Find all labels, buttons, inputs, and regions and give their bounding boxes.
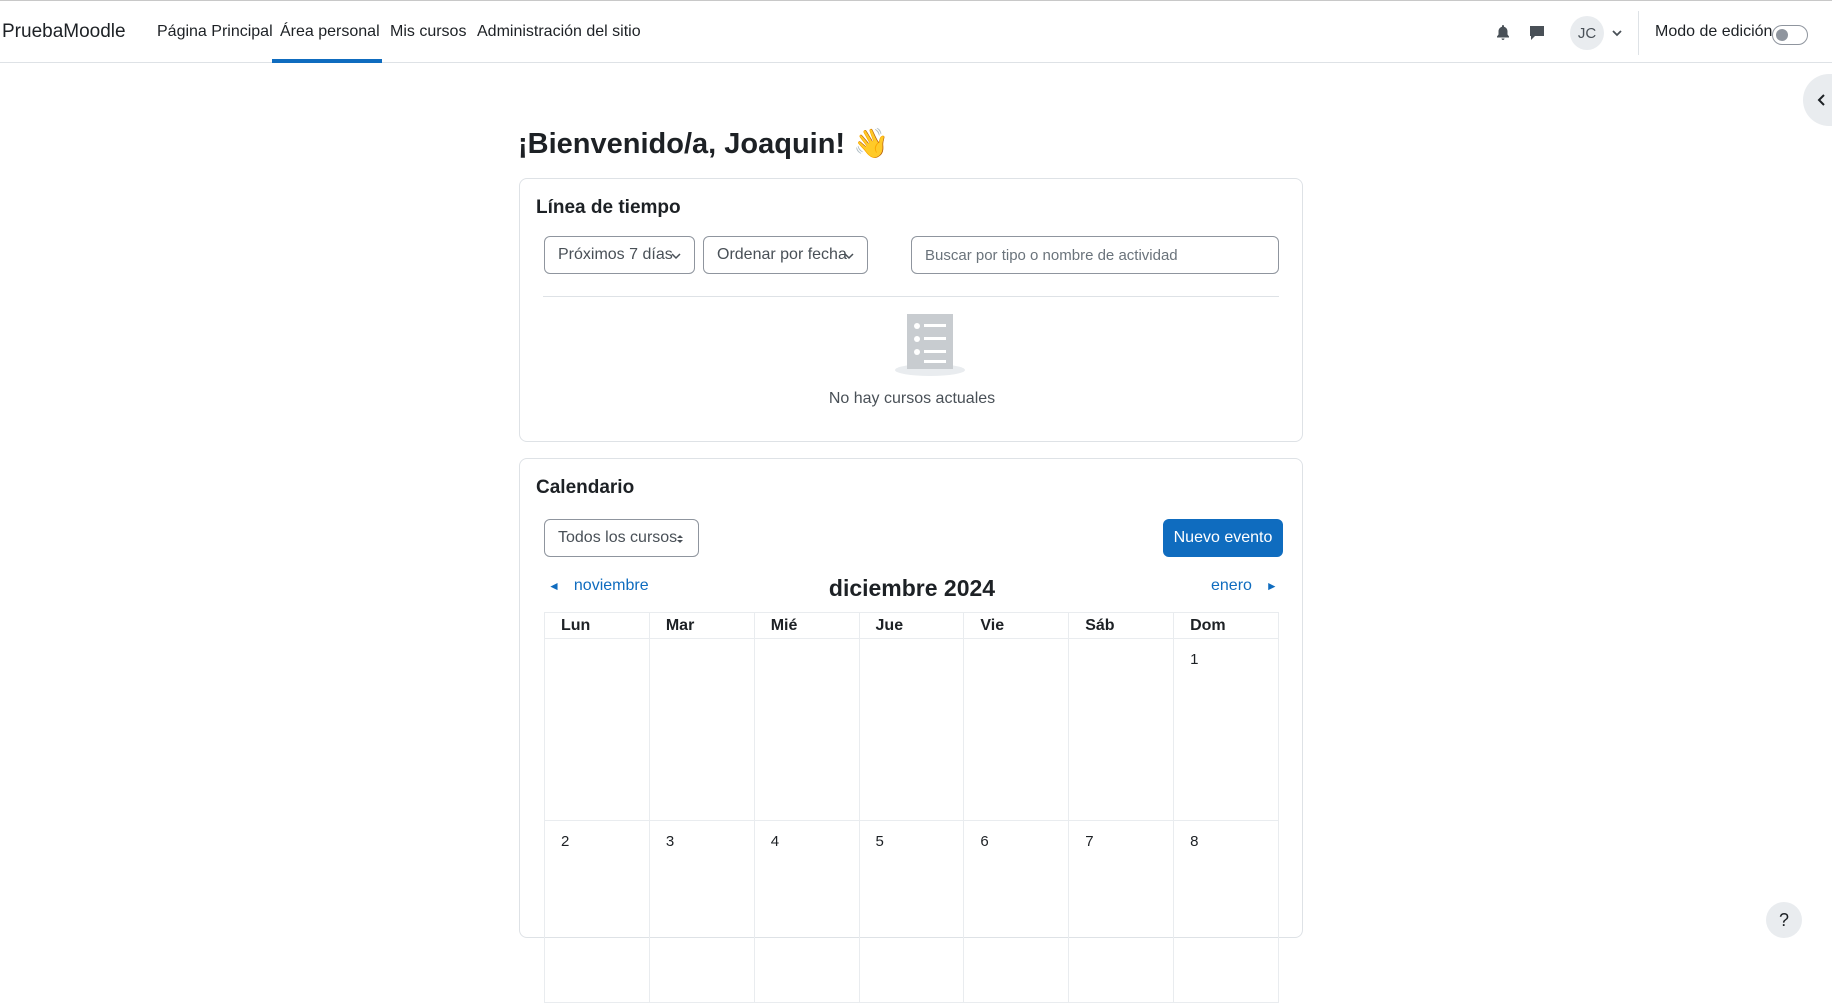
weekday-header: Lun (544, 612, 650, 639)
calendar-course-filter[interactable]: Todos los cursos (544, 519, 699, 557)
timeline-block: Línea de tiempo Próximos 7 días Ordenar … (519, 178, 1303, 442)
nav-siteadmin-link[interactable]: Administración del sitio (477, 23, 641, 41)
next-month-link[interactable]: enero ► (1211, 577, 1278, 595)
page-title: ¡Bienvenido/a, Joaquin! 👋 (518, 128, 890, 160)
chevron-down-icon (844, 253, 854, 260)
edit-mode-toggle[interactable] (1772, 25, 1808, 45)
weekday-header: Mié (753, 612, 860, 639)
weekday-header: Dom (1173, 612, 1279, 639)
notifications-bell-icon[interactable] (1493, 23, 1513, 43)
sort-arrows-icon (677, 535, 683, 543)
calendar-week-row: 1 (544, 638, 1279, 821)
calendar-day-cell[interactable]: 7 (1068, 820, 1175, 1003)
timeline-empty-text: No hay cursos actuales (828, 390, 996, 407)
timeline-day-filter[interactable]: Próximos 7 días (544, 236, 695, 274)
nav-home-link[interactable]: Página Principal (157, 23, 273, 41)
nav-dashboard-link[interactable]: Área personal (280, 23, 380, 41)
timeline-divider (543, 296, 1279, 297)
calendar-course-filter-label: Todos los cursos (558, 529, 678, 546)
calendar-day-cell[interactable] (1068, 638, 1175, 821)
weekday-header: Sáb (1068, 612, 1175, 639)
toggle-knob (1776, 29, 1788, 41)
weekday-header: Vie (963, 612, 1070, 639)
calendar-day-cell[interactable]: 6 (963, 820, 1070, 1003)
empty-list-icon (895, 314, 965, 376)
next-month-label: enero (1211, 577, 1252, 594)
chevron-left-icon (1817, 94, 1825, 106)
edit-mode-label: Modo de edición (1655, 23, 1773, 40)
calendar-day-cell[interactable] (544, 638, 650, 821)
calendar-day-cell[interactable] (963, 638, 1070, 821)
calendar-week-row: 2 3 4 5 6 7 8 (544, 820, 1279, 1003)
calendar-month-title: diciembre 2024 (828, 575, 996, 601)
calendar-title: Calendario (536, 477, 635, 498)
weekday-header-row: Lun Mar Mié Jue Vie Sáb Dom (544, 612, 1279, 639)
weekday-header: Jue (858, 612, 965, 639)
navbar-divider (1638, 11, 1639, 55)
weekday-header: Mar (648, 612, 755, 639)
calendar-day-cell[interactable] (753, 638, 860, 821)
caret-right-icon: ► (1265, 579, 1278, 593)
user-avatar[interactable]: JC (1570, 16, 1604, 50)
user-menu-chevron-down-icon[interactable] (1610, 26, 1624, 40)
calendar-day-cell[interactable]: 3 (648, 820, 755, 1003)
calendar-day-cell[interactable]: 2 (544, 820, 650, 1003)
calendar-day-cell[interactable]: 8 (1173, 820, 1279, 1003)
timeline-search-input[interactable] (911, 236, 1279, 274)
new-event-button[interactable]: Nuevo evento (1163, 519, 1283, 557)
timeline-sort-select[interactable]: Ordenar por fecha (703, 236, 868, 274)
chevron-down-icon (671, 253, 681, 260)
calendar-day-cell[interactable] (648, 638, 755, 821)
calendar-month-grid: Lun Mar Mié Jue Vie Sáb Dom 1 2 3 4 5 6 … (544, 612, 1279, 1003)
active-nav-indicator (272, 59, 382, 63)
messages-chat-icon[interactable] (1527, 23, 1547, 43)
timeline-title: Línea de tiempo (536, 197, 681, 218)
calendar-day-cell[interactable] (858, 638, 965, 821)
calendar-day-cell[interactable]: 4 (753, 820, 860, 1003)
site-brand[interactable]: PruebaMoodle (2, 21, 126, 43)
calendar-day-cell[interactable]: 1 (1173, 638, 1279, 821)
open-block-drawer-button[interactable] (1803, 74, 1832, 126)
help-button[interactable]: ? (1766, 902, 1802, 938)
calendar-block: Calendario Todos los cursos Nuevo evento… (519, 458, 1303, 1003)
timeline-sort-label: Ordenar por fecha (717, 246, 847, 263)
timeline-day-filter-label: Próximos 7 días (558, 246, 673, 263)
nav-mycourses-link[interactable]: Mis cursos (390, 23, 466, 41)
top-navbar: PruebaMoodle Página Principal Área perso… (0, 0, 1832, 63)
calendar-day-cell[interactable]: 5 (858, 820, 965, 1003)
